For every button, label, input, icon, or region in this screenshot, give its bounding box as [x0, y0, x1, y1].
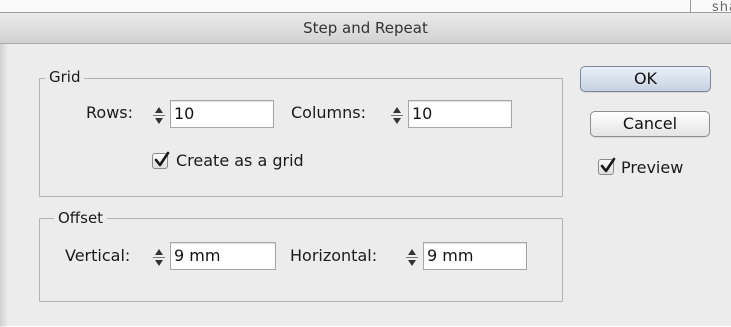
grid-group	[39, 78, 563, 197]
step-and-repeat-dialog: Step and Repeat Grid Rows: 10 Columns: 1…	[0, 12, 731, 327]
preview-label[interactable]: Preview	[621, 158, 683, 178]
columns-spinner[interactable]	[388, 101, 406, 131]
checkmark-icon	[600, 157, 616, 173]
preview-checkbox[interactable]	[598, 157, 616, 175]
columns-input[interactable]: 10	[408, 100, 512, 128]
dialog-title[interactable]: Step and Repeat	[0, 13, 731, 44]
vertical-spinner[interactable]	[150, 243, 168, 273]
dialog-shadow	[0, 44, 8, 327]
spinner-arrows-icon	[406, 249, 418, 266]
horizontal-label: Horizontal:	[290, 246, 378, 265]
vertical-label: Vertical:	[65, 246, 131, 265]
vertical-input[interactable]: 9 mm	[170, 242, 276, 270]
create-grid-checkbox[interactable]	[152, 151, 170, 169]
checkmark-icon	[154, 151, 170, 167]
columns-label: Columns:	[291, 103, 366, 122]
ok-button[interactable]: OK	[580, 66, 711, 92]
create-grid-label[interactable]: Create as a grid	[176, 151, 304, 171]
spinner-arrows-icon	[153, 107, 165, 124]
spinner-arrows-icon	[391, 107, 403, 124]
offset-legend: Offset	[54, 209, 108, 227]
cancel-button[interactable]: Cancel	[590, 111, 710, 137]
horizontal-input[interactable]: 9 mm	[423, 242, 527, 270]
horizontal-spinner[interactable]	[403, 243, 421, 273]
rows-label: Rows:	[86, 103, 133, 122]
rows-spinner[interactable]	[150, 101, 168, 131]
spinner-arrows-icon	[153, 249, 165, 266]
grid-legend: Grid	[45, 68, 85, 86]
rows-input[interactable]: 10	[170, 100, 274, 128]
